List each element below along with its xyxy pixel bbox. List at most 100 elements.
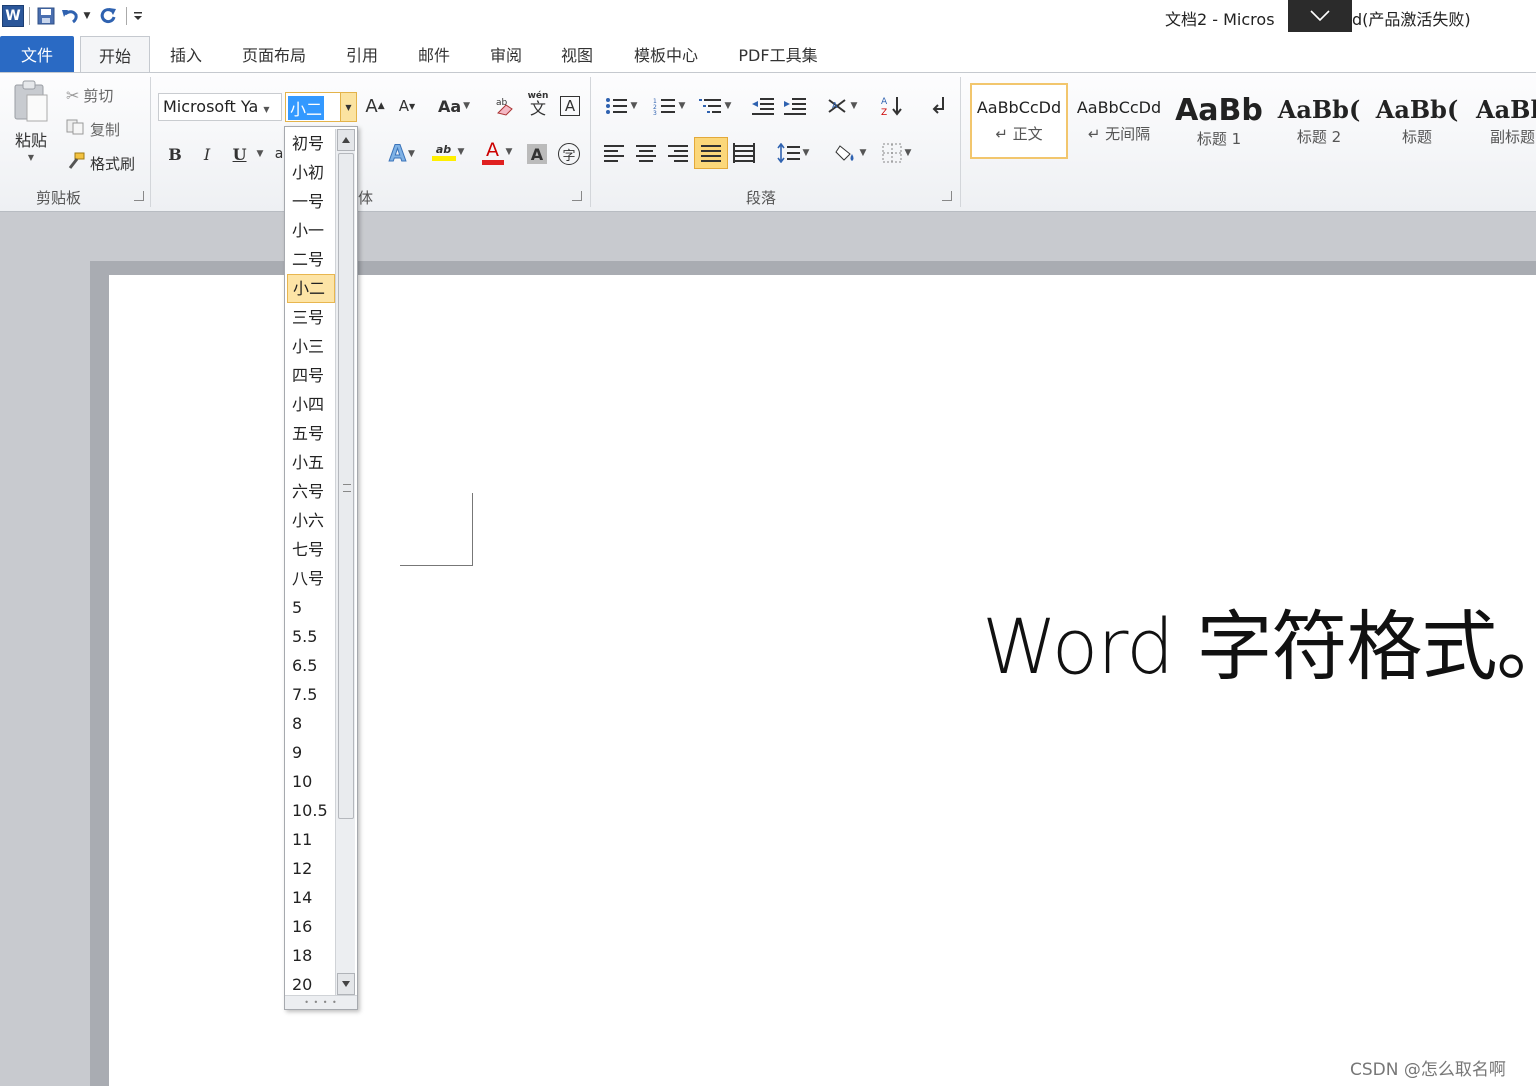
decrease-indent-icon[interactable]	[750, 93, 776, 119]
increase-indent-icon[interactable]	[782, 93, 808, 119]
style-no-spacing[interactable]: AaBbCcDd ↵ 无间隔	[1070, 83, 1168, 159]
font-size-option[interactable]: 小二	[287, 274, 335, 303]
scroll-up-arrow-icon[interactable]	[337, 129, 355, 151]
font-size-option[interactable]: 初号	[287, 129, 335, 158]
line-spacing-icon[interactable]: ▼	[774, 140, 812, 166]
change-case-icon[interactable]: Aa ▼	[436, 93, 472, 119]
align-left-icon[interactable]	[600, 140, 628, 166]
font-size-option[interactable]: 小一	[287, 216, 335, 245]
shading-icon[interactable]: ▼	[830, 140, 870, 166]
font-size-option[interactable]: 三号	[287, 303, 335, 332]
justify-icon[interactable]	[694, 137, 728, 169]
tab-insert[interactable]: 插入	[160, 36, 212, 72]
font-name-dropdown-icon[interactable]: ▼	[263, 105, 269, 114]
strikethrough-partial[interactable]: a	[274, 141, 284, 167]
font-size-option[interactable]: 八号	[287, 564, 335, 593]
font-size-option[interactable]: 14	[287, 883, 335, 912]
cut-button[interactable]: ✂ 剪切	[66, 83, 113, 107]
italic-button[interactable]: I	[196, 141, 218, 167]
font-size-option[interactable]: 10	[287, 767, 335, 796]
font-size-option[interactable]: 5.5	[287, 622, 335, 651]
grow-font-icon[interactable]: A ▲	[364, 93, 386, 119]
character-border-icon[interactable]: A	[558, 93, 582, 119]
clear-formatting-icon[interactable]: ab	[492, 93, 518, 119]
tab-file[interactable]: 文件	[0, 36, 74, 72]
format-painter-button[interactable]: 格式刷	[66, 151, 135, 175]
font-size-option[interactable]: 8	[287, 709, 335, 738]
font-size-option[interactable]: 9	[287, 738, 335, 767]
font-size-option[interactable]: 5	[287, 593, 335, 622]
style-title[interactable]: AaBb( 标题	[1368, 83, 1466, 159]
font-size-option[interactable]: 12	[287, 854, 335, 883]
scrollbar-thumb[interactable]	[338, 153, 354, 819]
undo-dropdown-icon[interactable]: ▼	[81, 3, 93, 29]
font-size-option[interactable]: 小四	[287, 390, 335, 419]
font-size-dropdown[interactable]: 初号 小初 一号 小一 二号 小二 三号 小三 四号 小四 五号 小五 六号 小六 七号 八号 5 5.5 6.5 7…	[284, 126, 358, 1010]
font-size-option[interactable]: 11	[287, 825, 335, 854]
word-app-icon[interactable]: W	[0, 3, 26, 29]
dropdown-scrollbar[interactable]	[335, 129, 355, 995]
font-size-option[interactable]: 16	[287, 912, 335, 941]
bullets-icon[interactable]: ▼	[600, 93, 642, 119]
font-name-combo[interactable]: Microsoft Ya ▼	[158, 93, 282, 121]
scroll-down-arrow-icon[interactable]	[337, 973, 355, 995]
text-effects-icon[interactable]: A ▼	[384, 141, 420, 167]
show-marks-icon[interactable]	[926, 93, 952, 119]
dropdown-resize-grip[interactable]: • • • •	[285, 995, 357, 1009]
style-heading-1[interactable]: AaBb 标题 1	[1170, 83, 1268, 159]
font-size-option[interactable]: 二号	[287, 245, 335, 274]
font-size-option[interactable]: 六号	[287, 477, 335, 506]
collapse-chevron-icon[interactable]	[1288, 0, 1352, 32]
borders-icon[interactable]: ▼	[876, 140, 916, 166]
font-size-combo[interactable]: 小二 ▼	[285, 92, 357, 122]
enclose-characters-icon[interactable]: 字	[556, 141, 582, 167]
phonetic-guide-icon[interactable]: wén 文	[524, 91, 552, 117]
tab-home[interactable]: 开始	[80, 36, 150, 72]
font-size-option[interactable]: 七号	[287, 535, 335, 564]
font-size-option[interactable]: 小五	[287, 448, 335, 477]
tab-template-center[interactable]: 模板中心	[624, 36, 708, 72]
tab-page-layout[interactable]: 页面布局	[232, 36, 316, 72]
font-size-option[interactable]: 6.5	[287, 651, 335, 680]
clipboard-dialog-launcher[interactable]	[134, 191, 144, 201]
customize-qat-icon[interactable]	[130, 3, 146, 29]
style-heading-2[interactable]: AaBb( 标题 2	[1270, 83, 1368, 159]
paragraph-dialog-launcher[interactable]	[942, 191, 952, 201]
sort-icon[interactable]: AZ	[878, 93, 906, 119]
font-size-dropdown-icon[interactable]: ▼	[340, 93, 356, 121]
font-size-option[interactable]: 五号	[287, 419, 335, 448]
character-shading-icon[interactable]: A	[526, 141, 548, 167]
distributed-icon[interactable]	[730, 140, 758, 166]
font-dialog-launcher[interactable]	[572, 191, 582, 201]
undo-icon[interactable]	[59, 3, 81, 29]
tab-mailings[interactable]: 邮件	[408, 36, 460, 72]
highlight-color-icon[interactable]: ab ▼	[426, 139, 470, 165]
document-text[interactable]: Word 字符格式。	[982, 585, 1536, 695]
tab-review[interactable]: 审阅	[480, 36, 532, 72]
font-size-value[interactable]: 小二	[288, 96, 325, 120]
paste-dropdown-icon[interactable]: ▼	[28, 153, 34, 162]
font-size-option[interactable]: 7.5	[287, 680, 335, 709]
save-icon[interactable]	[33, 3, 59, 29]
align-center-icon[interactable]	[632, 140, 660, 166]
font-size-option[interactable]: 18	[287, 941, 335, 970]
tab-references[interactable]: 引用	[336, 36, 388, 72]
paste-button[interactable]: 粘贴 ▼	[8, 79, 54, 171]
shrink-font-icon[interactable]: A ▼	[396, 93, 418, 119]
style-normal[interactable]: AaBbCcDd ↵ 正文	[970, 83, 1068, 159]
style-subtitle[interactable]: AaBl 副标题	[1468, 83, 1536, 159]
redo-icon[interactable]	[93, 3, 123, 29]
font-size-option[interactable]: 小三	[287, 332, 335, 361]
tab-pdf-tools[interactable]: PDF工具集	[728, 36, 828, 72]
font-size-option[interactable]: 小初	[287, 158, 335, 187]
align-right-icon[interactable]	[664, 140, 692, 166]
font-size-option[interactable]: 四号	[287, 361, 335, 390]
tab-view[interactable]: 视图	[551, 36, 603, 72]
underline-button[interactable]: U ▼	[228, 141, 268, 167]
bold-button[interactable]: B	[164, 141, 186, 167]
font-size-option[interactable]: 一号	[287, 187, 335, 216]
font-size-option[interactable]: 小六	[287, 506, 335, 535]
numbering-icon[interactable]: 1 2 3 ▼	[648, 93, 690, 119]
font-color-icon[interactable]: A ▼	[476, 139, 518, 165]
chinese-layout-icon[interactable]: A ▼	[822, 93, 860, 119]
